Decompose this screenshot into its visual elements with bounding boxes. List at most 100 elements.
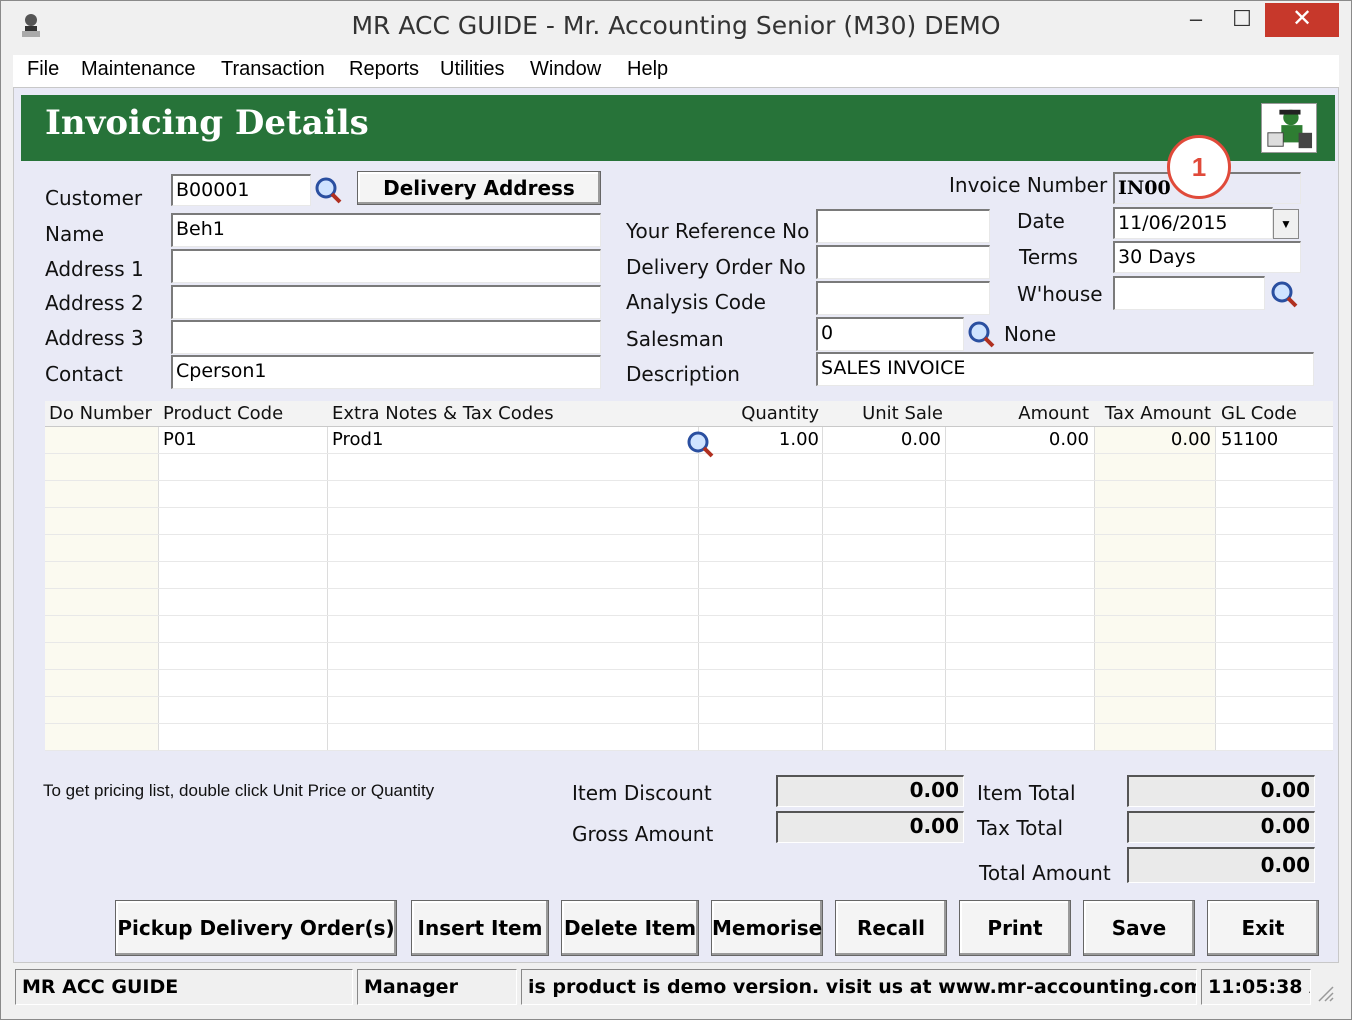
customer-search-icon[interactable]: [313, 175, 343, 205]
table-row[interactable]: [45, 589, 1333, 616]
col-do-number[interactable]: Do Number: [49, 403, 152, 424]
menu-file[interactable]: File: [27, 58, 59, 81]
contact-input[interactable]: Cperson1: [171, 355, 601, 389]
analysis-code-input[interactable]: [816, 281, 990, 315]
menu-bar: File Maintenance Transaction Reports Uti…: [13, 55, 1339, 87]
address1-input[interactable]: [171, 249, 601, 283]
col-product-code[interactable]: Product Code: [163, 403, 283, 424]
menu-window[interactable]: Window: [530, 58, 601, 81]
resize-grip-icon[interactable]: [1315, 983, 1335, 1003]
cell-tax-amount[interactable]: 0.00: [1171, 429, 1211, 450]
cell-unit-sale[interactable]: 0.00: [901, 429, 941, 450]
product-search-icon[interactable]: [685, 429, 715, 459]
close-button[interactable]: ✕: [1265, 3, 1339, 37]
table-row[interactable]: [45, 724, 1333, 751]
name-label: Name: [45, 222, 105, 246]
item-total-field: 0.00: [1127, 775, 1315, 807]
title-bar: MR ACC GUIDE - Mr. Accounting Senior (M3…: [1, 1, 1351, 51]
col-extra-notes[interactable]: Extra Notes & Tax Codes: [332, 403, 554, 424]
table-row[interactable]: [45, 697, 1333, 724]
delivery-address-button[interactable]: Delivery Address: [357, 171, 601, 205]
cell-quantity[interactable]: 1.00: [779, 429, 819, 450]
status-company: MR ACC GUIDE: [15, 969, 353, 1005]
address3-input[interactable]: [171, 320, 601, 354]
table-row[interactable]: [45, 643, 1333, 670]
your-reference-input[interactable]: [816, 209, 990, 243]
menu-reports[interactable]: Reports: [349, 58, 419, 81]
col-amount[interactable]: Amount: [1018, 403, 1089, 424]
grid-header: Do Number Product Code Extra Notes & Tax…: [45, 401, 1333, 427]
table-row[interactable]: [45, 616, 1333, 643]
item-discount-label: Item Discount: [572, 781, 712, 805]
pickup-delivery-orders-button[interactable]: Pickup Delivery Order(s): [115, 900, 397, 956]
table-row[interactable]: [45, 562, 1333, 589]
exit-button[interactable]: Exit: [1207, 900, 1319, 956]
status-user: Manager: [357, 969, 517, 1005]
table-row[interactable]: [45, 508, 1333, 535]
status-message: is product is demo version. visit us at …: [521, 969, 1197, 1005]
maximize-button[interactable]: ☐: [1219, 5, 1265, 35]
salesman-search-icon[interactable]: [966, 319, 996, 349]
terms-input[interactable]: 30 Days: [1113, 241, 1301, 273]
invoice-number-label: Invoice Number: [949, 173, 1108, 197]
status-time: 11:05:38 AI: [1201, 969, 1311, 1005]
delivery-order-input[interactable]: [816, 245, 990, 279]
whouse-search-icon[interactable]: [1269, 279, 1299, 309]
name-input[interactable]: Beh1: [171, 213, 601, 247]
description-input[interactable]: SALES INVOICE: [816, 352, 1314, 386]
recall-button[interactable]: Recall: [835, 900, 947, 956]
customer-input[interactable]: B00001: [171, 174, 311, 206]
contact-label: Contact: [45, 362, 123, 386]
analysis-code-label: Analysis Code: [626, 290, 766, 314]
salesman-input[interactable]: 0: [816, 317, 964, 351]
item-total-label: Item Total: [977, 781, 1076, 805]
date-dropdown-icon[interactable]: ▼: [1273, 209, 1299, 239]
cell-product-code[interactable]: P01: [163, 429, 197, 450]
customer-label: Customer: [45, 186, 143, 210]
tax-total-field: 0.00: [1127, 811, 1315, 843]
delete-item-button[interactable]: Delete Item: [561, 900, 699, 956]
date-label: Date: [1017, 209, 1065, 233]
gross-amount-field: 0.00: [776, 811, 964, 843]
address2-input[interactable]: [171, 285, 601, 319]
address3-label: Address 3: [45, 326, 144, 350]
save-button[interactable]: Save: [1083, 900, 1195, 956]
page-header: Invoicing Details: [21, 95, 1335, 161]
col-tax-amount[interactable]: Tax Amount: [1105, 403, 1211, 424]
total-amount-field: 0.00: [1127, 847, 1315, 883]
accountant-icon: [1261, 103, 1317, 153]
line-items-grid[interactable]: Do Number Product Code Extra Notes & Tax…: [45, 401, 1333, 751]
table-row[interactable]: [45, 481, 1333, 508]
callout-marker: 1: [1167, 135, 1231, 199]
whouse-label: W'house: [1017, 282, 1103, 306]
col-quantity[interactable]: Quantity: [741, 403, 819, 424]
cell-gl-code[interactable]: 51100: [1221, 429, 1278, 450]
memorise-button[interactable]: Memorise: [711, 900, 823, 956]
salesman-label: Salesman: [626, 327, 724, 351]
insert-item-button[interactable]: Insert Item: [411, 900, 549, 956]
gross-amount-label: Gross Amount: [572, 822, 714, 846]
description-label: Description: [626, 362, 740, 386]
cell-amount[interactable]: 0.00: [1049, 429, 1089, 450]
delivery-order-label: Delivery Order No: [626, 255, 806, 279]
page-title: Invoicing Details: [45, 103, 369, 143]
menu-utilities[interactable]: Utilities: [440, 58, 504, 81]
item-discount-field: 0.00: [776, 775, 964, 807]
total-amount-label: Total Amount: [979, 861, 1111, 885]
print-button[interactable]: Print: [959, 900, 1071, 956]
app-window: MR ACC GUIDE - Mr. Accounting Senior (M3…: [0, 0, 1352, 1020]
date-input[interactable]: 11/06/2015: [1113, 207, 1273, 239]
tax-total-label: Tax Total: [977, 816, 1064, 840]
minimize-button[interactable]: –: [1173, 5, 1219, 35]
terms-label: Terms: [1019, 245, 1078, 269]
col-unit-sale[interactable]: Unit Sale: [862, 403, 943, 424]
your-reference-label: Your Reference No: [626, 219, 810, 243]
menu-transaction[interactable]: Transaction: [221, 58, 325, 81]
whouse-input[interactable]: [1113, 276, 1265, 310]
col-gl-code[interactable]: GL Code: [1221, 403, 1297, 424]
table-row[interactable]: [45, 670, 1333, 697]
cell-extra-notes[interactable]: Prod1: [332, 429, 383, 450]
menu-maintenance[interactable]: Maintenance: [81, 58, 196, 81]
table-row[interactable]: [45, 535, 1333, 562]
menu-help[interactable]: Help: [627, 58, 668, 81]
